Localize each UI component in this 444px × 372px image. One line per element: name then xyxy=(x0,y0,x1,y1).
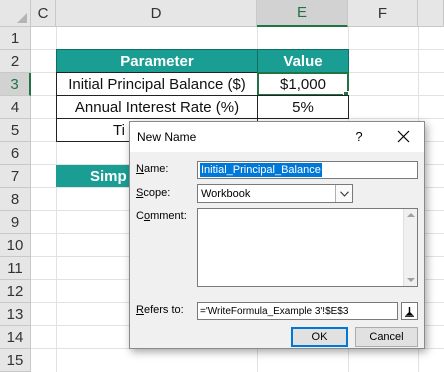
comment-textarea[interactable] xyxy=(197,208,418,287)
scroll-down-icon[interactable] xyxy=(407,278,415,282)
refers-to-input[interactable]: ='WriteFormula_Example 3'!$E$3 xyxy=(197,302,398,320)
collapse-dialog-icon xyxy=(405,306,414,317)
table-cell-parameter[interactable]: Annual Interest Rate (%) xyxy=(56,95,258,119)
row-header-11[interactable]: 11 xyxy=(0,257,31,280)
row-header-9[interactable]: 9 xyxy=(0,211,31,234)
scope-dropdown-button[interactable] xyxy=(335,185,352,202)
row-header-1[interactable]: 1 xyxy=(0,27,31,50)
close-icon xyxy=(397,130,409,142)
help-button[interactable]: ? xyxy=(350,127,368,145)
chevron-down-icon xyxy=(339,190,349,197)
row-header-6[interactable]: 6 xyxy=(0,142,31,165)
column-header-g[interactable] xyxy=(418,0,444,27)
column-header-d[interactable]: D xyxy=(56,0,257,27)
comment-scrollbar[interactable] xyxy=(403,209,417,286)
scope-label: Scope: xyxy=(136,187,171,199)
collapse-dialog-button[interactable] xyxy=(401,302,418,320)
dialog-title: New Name xyxy=(137,130,197,144)
scroll-up-icon[interactable] xyxy=(407,213,415,217)
dialog-titlebar[interactable]: New Name ? xyxy=(130,122,424,152)
scope-select-value: Workbook xyxy=(201,187,251,200)
scope-select[interactable]: Workbook xyxy=(197,184,353,203)
row-header-13[interactable]: 13 xyxy=(0,303,31,326)
cancel-button[interactable]: Cancel xyxy=(355,327,418,347)
table-header-parameter[interactable]: Parameter xyxy=(56,49,258,73)
row-header-10[interactable]: 10 xyxy=(0,234,31,257)
refers-to-label: Refers to: xyxy=(136,304,184,316)
table-header-value[interactable]: Value xyxy=(257,49,349,73)
row-header-8[interactable]: 8 xyxy=(0,188,31,211)
comment-label: Comment: xyxy=(136,210,187,222)
select-all-triangle-icon xyxy=(17,13,27,23)
name-input-value: Initial_Principal_Balance xyxy=(200,163,322,177)
row-header-15[interactable]: 15 xyxy=(0,349,31,372)
row-header-14[interactable]: 14 xyxy=(0,326,31,349)
close-button[interactable] xyxy=(392,125,414,147)
select-all-button[interactable] xyxy=(0,0,31,27)
row-header-4[interactable]: 4 xyxy=(0,96,31,119)
column-header-c[interactable]: C xyxy=(31,0,56,27)
row-header-2[interactable]: 2 xyxy=(0,50,31,73)
column-header-f[interactable]: F xyxy=(348,0,418,27)
column-header-e[interactable]: E xyxy=(257,0,348,27)
spreadsheet[interactable]: C D E F 1 2 3 4 5 6 7 8 9 10 11 12 13 14… xyxy=(0,0,444,372)
row-header-7[interactable]: 7 xyxy=(0,165,31,188)
table-cell-value-active[interactable]: $1,000 xyxy=(257,72,349,96)
name-label: Name: xyxy=(136,163,169,175)
new-name-dialog: New Name ? Name: Initial_Principal_Balan… xyxy=(129,121,425,349)
table-cell-value[interactable]: 5% xyxy=(257,95,349,119)
ok-button[interactable]: OK xyxy=(291,327,348,347)
name-input[interactable]: Initial_Principal_Balance xyxy=(197,161,418,179)
row-header-5[interactable]: 5 xyxy=(0,119,31,142)
row-header-3[interactable]: 3 xyxy=(0,73,31,96)
table-cell-parameter[interactable]: Initial Principal Balance ($) xyxy=(56,72,258,96)
row-header-12[interactable]: 12 xyxy=(0,280,31,303)
